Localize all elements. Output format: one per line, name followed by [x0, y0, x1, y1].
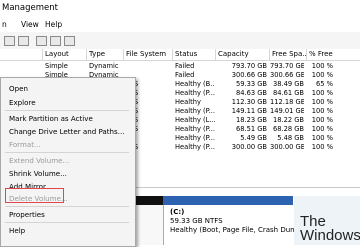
- cell-percent-free: 100 %: [311, 98, 333, 106]
- cell-capacity: 5.49 GB: [240, 134, 267, 142]
- cell-percent-free: 100 %: [311, 62, 333, 70]
- menu-separator: [5, 110, 129, 111]
- console-tree-icon[interactable]: [36, 36, 47, 46]
- menu-separator: [5, 206, 129, 207]
- menu-item-explore[interactable]: Explore: [9, 98, 36, 107]
- menu-item-properties[interactable]: Properties: [9, 210, 45, 219]
- cell-free-space: 149.01 GB: [270, 107, 304, 115]
- cell-capacity: 300.66 GB: [231, 71, 267, 79]
- cell-capacity: 112.30 GB: [231, 98, 267, 106]
- cell-status: Healthy (P...: [175, 134, 215, 142]
- cell-percent-free: 100 %: [311, 116, 333, 124]
- cell-percent-free: 100 %: [311, 71, 333, 79]
- menu-bar: n View Help: [0, 17, 360, 33]
- cell-free-space: 300.66 GB: [270, 71, 304, 79]
- menu-partial[interactable]: n: [2, 20, 7, 29]
- watermark-line2: Windows: [300, 227, 360, 244]
- cell-free-space: 18.22 GB: [272, 116, 304, 124]
- cell-free-space: 112.18 GB: [270, 98, 304, 106]
- cell-status: Healthy (P...: [175, 107, 215, 115]
- column-header-type[interactable]: Type: [87, 49, 124, 61]
- cell-free-space: 5.48 GB: [277, 134, 304, 142]
- properties-icon[interactable]: [50, 36, 61, 46]
- column-header-percent-free[interactable]: % Free: [307, 49, 360, 61]
- back-icon[interactable]: [4, 36, 15, 46]
- title-bar: Management: [0, 0, 360, 17]
- menu-item-extend-volume: Extend Volume...: [9, 156, 70, 165]
- delete-volume-highlight: [5, 188, 64, 203]
- cell-percent-free: 65 %: [316, 80, 333, 88]
- cell-status: Failed: [175, 71, 195, 79]
- partition-name: (C:): [170, 208, 185, 216]
- partition-size: 59.33 GB NTFS: [170, 217, 223, 225]
- cell-status: Healthy: [175, 98, 201, 106]
- cell-capacity: 149.11 GB: [231, 107, 267, 115]
- help-icon[interactable]: [64, 36, 75, 46]
- cell-status: Healthy (B...: [175, 80, 215, 88]
- column-header-capacity[interactable]: Capacity: [216, 49, 270, 61]
- cell-free-space: 84.61 GB: [272, 89, 304, 97]
- cell-status: Healthy (P...: [175, 89, 215, 97]
- cell-status: Healthy (P...: [175, 125, 215, 133]
- column-header-file-system[interactable]: File System: [124, 49, 173, 61]
- cell-status: Healthy (P...: [175, 143, 215, 151]
- table-row[interactable]: Simple Dynamic Failed 793.70 GB 793.70 GB 100…: [0, 62, 360, 71]
- cell-percent-free: 100 %: [311, 107, 333, 115]
- column-header-status[interactable]: Status: [173, 49, 216, 61]
- menu-separator: [5, 152, 129, 153]
- cell-capacity: 793.70 GB: [231, 62, 267, 70]
- menu-separator: [5, 222, 129, 223]
- partition-bar: [163, 196, 293, 205]
- menu-item-change-drive-letter[interactable]: Change Drive Letter and Paths...: [9, 127, 125, 136]
- menu-item-format: Format...: [9, 140, 41, 149]
- cell-status: Failed: [175, 62, 195, 70]
- cell-capacity: 59.33 GB: [235, 80, 267, 88]
- cell-layout: Simple: [45, 62, 68, 70]
- column-header-layout[interactable]: Layout: [43, 49, 87, 61]
- cell-free-space: 300.00 GB: [270, 143, 304, 151]
- cell-capacity: 300.00 GB: [231, 143, 267, 151]
- cell-capacity: 68.51 GB: [235, 125, 267, 133]
- menu-item-shrink-volume[interactable]: Shrink Volume...: [9, 169, 67, 178]
- menu-view[interactable]: View: [21, 20, 39, 29]
- cell-capacity: 18.23 GB: [235, 116, 267, 124]
- menu-item-help[interactable]: Help: [9, 226, 25, 235]
- menu-help[interactable]: Help: [45, 20, 62, 29]
- column-header-free-space[interactable]: Free Spa...: [270, 49, 309, 61]
- column-header-volume[interactable]: [0, 49, 43, 61]
- partition-c[interactable]: (C:) 59.33 GB NTFS Healthy (Boot, Page F…: [163, 205, 322, 245]
- menu-item-open[interactable]: Open: [9, 84, 28, 93]
- cell-percent-free: 100 %: [311, 143, 333, 151]
- cell-free-space: 68.28 GB: [272, 125, 304, 133]
- window-title: Management: [2, 3, 58, 13]
- cell-free-space: 38.49 GB: [272, 80, 304, 88]
- cell-capacity: 84.63 GB: [235, 89, 267, 97]
- cell-status: Healthy (L...: [175, 116, 215, 124]
- cell-percent-free: 100 %: [311, 89, 333, 97]
- menu-item-mark-active[interactable]: Mark Partition as Active: [9, 114, 93, 123]
- toolbar: [0, 32, 360, 50]
- cell-percent-free: 100 %: [311, 134, 333, 142]
- watermark-logo: The Windows: [294, 196, 360, 245]
- cell-percent-free: 100 %: [311, 125, 333, 133]
- forward-icon[interactable]: [18, 36, 29, 46]
- context-menu: Open Explore Mark Partition as Active Ch…: [0, 77, 136, 247]
- cell-free-space: 793.70 GB: [270, 62, 304, 70]
- cell-type: Dynamic: [89, 62, 119, 70]
- cell-file-system: [126, 62, 172, 71]
